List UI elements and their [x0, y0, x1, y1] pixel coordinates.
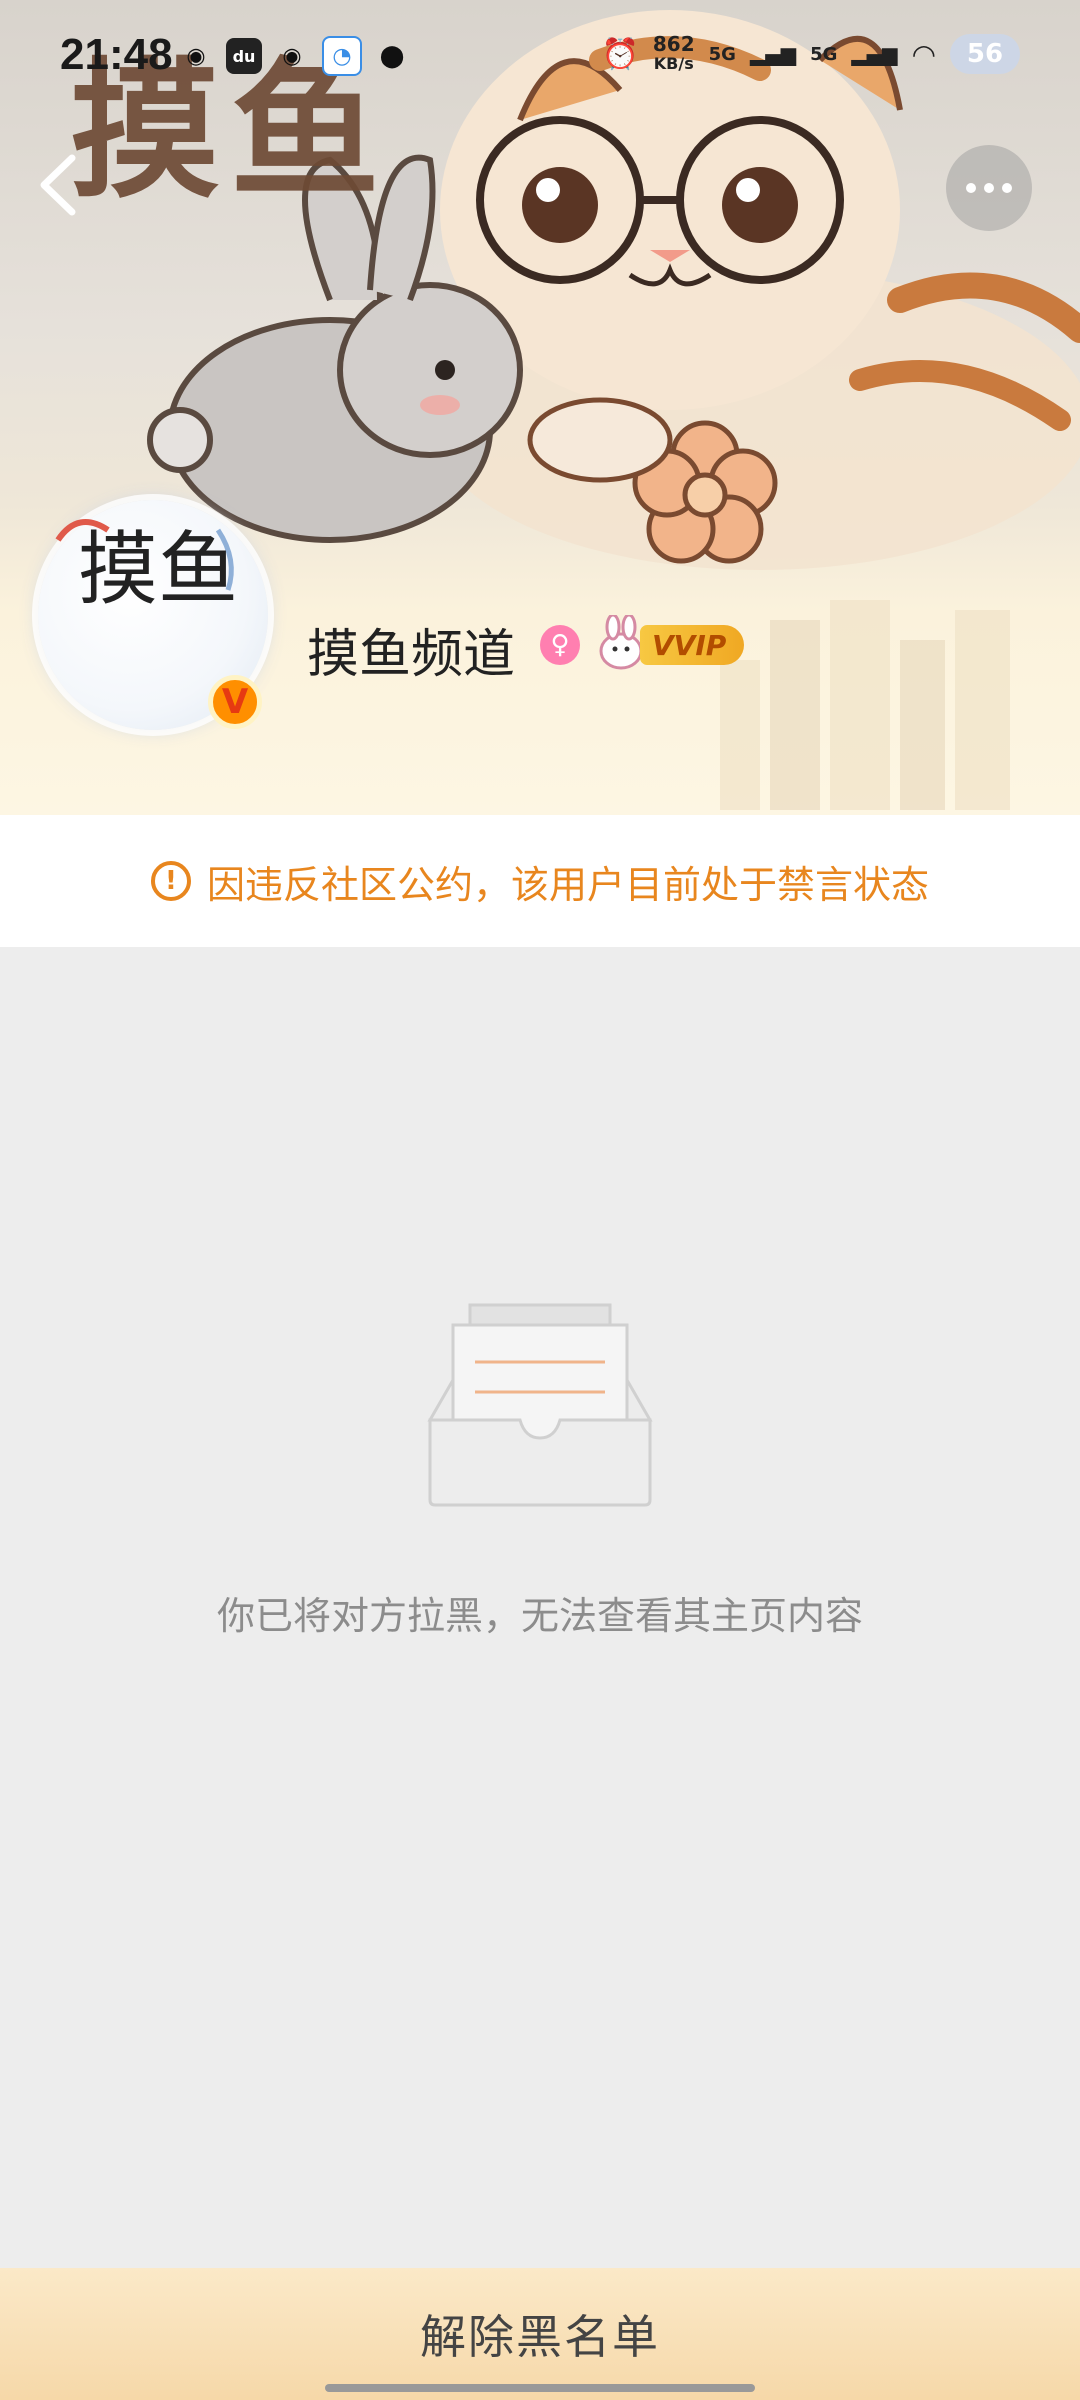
profile-page: 摸鱼 21:48 ◉ du ◉ ◔ ⬤ ⏰ 862 KB/s 5G ▂▄▆ 5G… [0, 0, 1080, 2400]
more-dot-icon [984, 183, 994, 193]
unblock-button[interactable]: 解除黑名单 [420, 2301, 660, 2367]
more-dot-icon [1002, 183, 1012, 193]
avatar-text: 摸鱼 [78, 523, 238, 616]
more-dot-icon [966, 183, 976, 193]
warning-icon: ! [150, 861, 191, 901]
warning-text: 因违反社区公约，该用户目前处于禁言状态 [206, 862, 929, 907]
status-right: ⏰ 862 KB/s 5G ▂▄▆ 5G ▂▄▆ ◠ 56 [602, 34, 1020, 74]
empty-inbox-icon [427, 1303, 653, 1507]
battery-indicator: 56 [950, 34, 1020, 74]
profile-banner: 摸鱼 21:48 ◉ du ◉ ◔ ⬤ ⏰ 862 KB/s 5G ▂▄▆ 5G… [0, 0, 1080, 815]
bottom-action-bar: 解除黑名单 [0, 2268, 1080, 2400]
app-du-icon: du [226, 38, 262, 74]
status-bar: 21:48 ◉ du ◉ ◔ ⬤ ⏰ 862 KB/s 5G ▂▄▆ 5G ▂▄… [0, 30, 1080, 90]
net-speed: 862 KB/s [653, 34, 695, 74]
weibo-icon-2: ◉ [282, 43, 302, 69]
vip-badge[interactable]: VVIP [640, 625, 745, 665]
chat-icon: ◔ [322, 36, 362, 76]
location-icon: ⬤ [379, 43, 405, 69]
empty-state-text: 你已将对方拉黑，无法查看其主页内容 [216, 1594, 863, 1638]
chevron-left-icon [40, 154, 76, 216]
home-indicator[interactable] [325, 2384, 755, 2392]
weibo-icon: ◉ [186, 43, 206, 69]
avatar[interactable]: 摸鱼 V [38, 500, 268, 730]
username: 摸鱼频道 [307, 625, 516, 685]
net-speed-value: 862 [652, 32, 695, 56]
signal-bars-icon: ▂▄▆ [749, 42, 797, 66]
status-time: 21:48 [60, 30, 173, 79]
notification-icons: ◉ du ◉ ◔ ⬤ [178, 36, 410, 76]
back-button[interactable] [30, 150, 90, 220]
more-options-button[interactable] [946, 145, 1032, 231]
female-gender-icon: ♀ [540, 625, 580, 665]
net-speed-unit: KB/s [653, 54, 694, 73]
alarm-icon: ⏰ [601, 36, 639, 72]
verified-badge: V [208, 675, 262, 729]
signal-bars-icon-2: ▂▄▆ [851, 42, 898, 66]
signal-1: 5G [708, 43, 736, 65]
mute-warning-bar: ! 因违反社区公约，该用户目前处于禁言状态 [0, 815, 1080, 947]
signal-2: 5G [810, 43, 838, 65]
wifi-icon: ◠ [911, 37, 936, 71]
